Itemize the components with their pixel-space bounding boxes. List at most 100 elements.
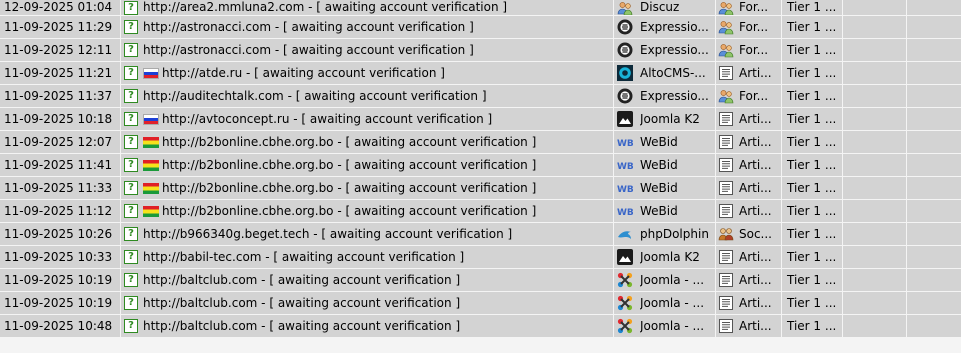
type-cell[interactable]: Arti... xyxy=(716,246,782,269)
table-row[interactable]: 11-09-2025 10:26 ? http://b966340g.beget… xyxy=(0,223,961,246)
table-row[interactable]: 11-09-2025 10:19 ? http://baltclub.com -… xyxy=(0,292,961,315)
empty-cell[interactable] xyxy=(907,292,961,315)
date-cell[interactable]: 11-09-2025 11:33 xyxy=(0,177,121,200)
table-row[interactable]: 11-09-2025 12:11 ? http://astronacci.com… xyxy=(0,39,961,62)
empty-cell[interactable] xyxy=(907,269,961,292)
type-cell[interactable]: Arti... xyxy=(716,177,782,200)
table-row[interactable]: 11-09-2025 12:07 ? http://b2bonline.cbhe… xyxy=(0,131,961,154)
table-row[interactable]: 11-09-2025 11:21 ? http://atde.ru - [ aw… xyxy=(0,62,961,85)
engine-cell[interactable]: Expressio... xyxy=(614,16,716,39)
type-cell[interactable]: For... xyxy=(716,85,782,108)
url-cell[interactable]: ? http://babil-tec.com - [ awaiting acco… xyxy=(121,246,614,269)
type-cell[interactable]: For... xyxy=(716,39,782,62)
engine-cell[interactable]: AltoCMS-... xyxy=(614,62,716,85)
table-row[interactable]: 11-09-2025 10:18 ? http://avtoconcept.ru… xyxy=(0,108,961,131)
engine-cell[interactable]: Joomla K2 xyxy=(614,246,716,269)
url-cell[interactable]: ? http://b2bonline.cbhe.org.bo - [ await… xyxy=(121,131,614,154)
tier-cell[interactable]: Tier 1 ... xyxy=(782,0,843,16)
type-cell[interactable]: Arti... xyxy=(716,200,782,223)
empty-cell[interactable] xyxy=(843,269,907,292)
date-cell[interactable]: 11-09-2025 11:21 xyxy=(0,62,121,85)
empty-cell[interactable] xyxy=(843,62,907,85)
tier-cell[interactable]: Tier 1 ... xyxy=(782,85,843,108)
empty-cell[interactable] xyxy=(907,108,961,131)
engine-cell[interactable]: phpDolphin xyxy=(614,223,716,246)
tier-cell[interactable]: Tier 1 ... xyxy=(782,131,843,154)
date-cell[interactable]: 11-09-2025 10:48 xyxy=(0,315,121,338)
tier-cell[interactable]: Tier 1 ... xyxy=(782,108,843,131)
tier-cell[interactable]: Tier 1 ... xyxy=(782,39,843,62)
date-cell[interactable]: 11-09-2025 11:29 xyxy=(0,16,121,39)
date-cell[interactable]: 11-09-2025 10:19 xyxy=(0,269,121,292)
engine-cell[interactable]: WB WeBid xyxy=(614,154,716,177)
type-cell[interactable]: Arti... xyxy=(716,315,782,338)
tier-cell[interactable]: Tier 1 ... xyxy=(782,315,843,338)
empty-cell[interactable] xyxy=(907,246,961,269)
date-cell[interactable]: 11-09-2025 10:33 xyxy=(0,246,121,269)
empty-cell[interactable] xyxy=(907,177,961,200)
empty-cell[interactable] xyxy=(843,16,907,39)
table-row[interactable]: 11-09-2025 11:29 ? http://astronacci.com… xyxy=(0,16,961,39)
empty-cell[interactable] xyxy=(907,200,961,223)
url-cell[interactable]: ? http://baltclub.com - [ awaiting accou… xyxy=(121,315,614,338)
empty-cell[interactable] xyxy=(843,177,907,200)
tier-cell[interactable]: Tier 1 ... xyxy=(782,200,843,223)
type-cell[interactable]: Arti... xyxy=(716,62,782,85)
url-cell[interactable]: ? http://auditechtalk.com - [ awaiting a… xyxy=(121,85,614,108)
url-cell[interactable]: ? http://area2.mmluna2.com - [ awaiting … xyxy=(121,0,614,16)
table-row[interactable]: 11-09-2025 11:37 ? http://auditechtalk.c… xyxy=(0,85,961,108)
url-cell[interactable]: ? http://b2bonline.cbhe.org.bo - [ await… xyxy=(121,154,614,177)
type-cell[interactable]: For... xyxy=(716,16,782,39)
empty-cell[interactable] xyxy=(907,85,961,108)
empty-cell[interactable] xyxy=(843,85,907,108)
tier-cell[interactable]: Tier 1 ... xyxy=(782,269,843,292)
tier-cell[interactable]: Tier 1 ... xyxy=(782,62,843,85)
table-row[interactable]: 11-09-2025 10:19 ? http://baltclub.com -… xyxy=(0,269,961,292)
tier-cell[interactable]: Tier 1 ... xyxy=(782,246,843,269)
engine-cell[interactable]: WB WeBid xyxy=(614,131,716,154)
type-cell[interactable]: Arti... xyxy=(716,292,782,315)
date-cell[interactable]: 11-09-2025 11:37 xyxy=(0,85,121,108)
empty-cell[interactable] xyxy=(907,39,961,62)
url-cell[interactable]: ? http://baltclub.com - [ awaiting accou… xyxy=(121,269,614,292)
url-cell[interactable]: ? http://baltclub.com - [ awaiting accou… xyxy=(121,292,614,315)
empty-cell[interactable] xyxy=(907,223,961,246)
engine-cell[interactable]: Discuz xyxy=(614,0,716,16)
table-row[interactable]: 11-09-2025 10:33 ? http://babil-tec.com … xyxy=(0,246,961,269)
tier-cell[interactable]: Tier 1 ... xyxy=(782,16,843,39)
table-row[interactable]: 11-09-2025 11:41 ? http://b2bonline.cbhe… xyxy=(0,154,961,177)
type-cell[interactable]: Arti... xyxy=(716,154,782,177)
empty-cell[interactable] xyxy=(843,0,907,16)
url-cell[interactable]: ? http://avtoconcept.ru - [ awaiting acc… xyxy=(121,108,614,131)
table-row[interactable]: 11-09-2025 11:12 ? http://b2bonline.cbhe… xyxy=(0,200,961,223)
date-cell[interactable]: 11-09-2025 12:11 xyxy=(0,39,121,62)
empty-cell[interactable] xyxy=(843,200,907,223)
engine-cell[interactable]: Joomla K2 xyxy=(614,108,716,131)
date-cell[interactable]: 12-09-2025 01:04 xyxy=(0,0,121,16)
date-cell[interactable]: 11-09-2025 10:26 xyxy=(0,223,121,246)
empty-cell[interactable] xyxy=(907,62,961,85)
empty-cell[interactable] xyxy=(907,315,961,338)
empty-cell[interactable] xyxy=(843,292,907,315)
table-row[interactable]: 11-09-2025 11:33 ? http://b2bonline.cbhe… xyxy=(0,177,961,200)
url-cell[interactable]: ? http://b2bonline.cbhe.org.bo - [ await… xyxy=(121,177,614,200)
empty-cell[interactable] xyxy=(907,131,961,154)
engine-cell[interactable]: Joomla - ... xyxy=(614,315,716,338)
type-cell[interactable]: Soc... xyxy=(716,223,782,246)
empty-cell[interactable] xyxy=(907,0,961,16)
table-row[interactable]: 11-09-2025 10:48 ? http://baltclub.com -… xyxy=(0,315,961,338)
date-cell[interactable]: 11-09-2025 10:18 xyxy=(0,108,121,131)
url-cell[interactable]: ? http://b2bonline.cbhe.org.bo - [ await… xyxy=(121,200,614,223)
empty-cell[interactable] xyxy=(907,154,961,177)
engine-cell[interactable]: WB WeBid xyxy=(614,177,716,200)
url-cell[interactable]: ? http://astronacci.com - [ awaiting acc… xyxy=(121,39,614,62)
empty-cell[interactable] xyxy=(843,131,907,154)
tier-cell[interactable]: Tier 1 ... xyxy=(782,223,843,246)
type-cell[interactable]: For... xyxy=(716,0,782,16)
date-cell[interactable]: 11-09-2025 10:19 xyxy=(0,292,121,315)
engine-cell[interactable]: WB WeBid xyxy=(614,200,716,223)
empty-cell[interactable] xyxy=(843,108,907,131)
engine-cell[interactable]: Expressio... xyxy=(614,39,716,62)
empty-cell[interactable] xyxy=(843,223,907,246)
empty-cell[interactable] xyxy=(907,16,961,39)
